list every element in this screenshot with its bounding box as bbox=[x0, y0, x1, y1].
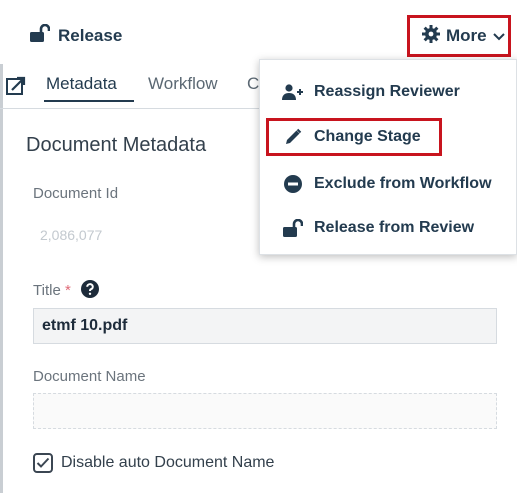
section-title: Document Metadata bbox=[26, 134, 207, 156]
document-id-value: 2,086,077 bbox=[40, 227, 103, 243]
title-input[interactable] bbox=[33, 308, 497, 344]
active-tab-indicator bbox=[44, 100, 134, 102]
minus-circle-icon bbox=[282, 175, 304, 193]
tab-workflow[interactable]: Workflow bbox=[148, 74, 218, 94]
title-label: Title bbox=[33, 281, 61, 299]
menu-item-label: Reassign Reviewer bbox=[314, 83, 460, 100]
more-button[interactable]: More bbox=[407, 15, 511, 57]
title-label-row: Title * bbox=[33, 280, 99, 302]
unlock-icon bbox=[282, 219, 304, 237]
document-name-input[interactable] bbox=[33, 393, 497, 429]
disable-auto-name-checkbox[interactable] bbox=[33, 453, 53, 473]
release-button[interactable]: Release bbox=[30, 23, 123, 47]
unlock-icon bbox=[30, 23, 51, 47]
gear-icon bbox=[422, 24, 440, 48]
menu-item-reassign-reviewer[interactable]: Reassign Reviewer bbox=[260, 74, 517, 110]
checkmark-icon bbox=[36, 457, 50, 468]
menu-item-exclude-from-workflow[interactable]: Exclude from Workflow bbox=[260, 166, 517, 202]
menu-item-label: Change Stage bbox=[314, 128, 421, 145]
disable-auto-name-row[interactable]: Disable auto Document Name bbox=[33, 453, 274, 473]
required-marker: * bbox=[64, 281, 71, 299]
pencil-icon bbox=[282, 128, 304, 146]
more-dropdown-menu: Reassign Reviewer Change Stage Exclude f… bbox=[259, 59, 517, 255]
menu-item-label: Exclude from Workflow bbox=[314, 175, 492, 192]
release-label: Release bbox=[58, 25, 123, 45]
tab-truncated[interactable]: C bbox=[247, 74, 259, 94]
document-name-label: Document Name bbox=[33, 368, 146, 385]
toolbar: Release More bbox=[0, 0, 517, 64]
expand-icon[interactable] bbox=[6, 76, 26, 101]
more-label: More bbox=[446, 26, 487, 45]
disable-auto-name-label: Disable auto Document Name bbox=[61, 454, 275, 471]
chevron-down-icon bbox=[492, 26, 505, 46]
help-icon[interactable] bbox=[80, 280, 99, 302]
user-plus-icon bbox=[282, 84, 304, 100]
menu-item-release-from-review[interactable]: Release from Review bbox=[260, 210, 517, 246]
tab-metadata[interactable]: Metadata bbox=[46, 74, 117, 94]
menu-item-change-stage[interactable]: Change Stage bbox=[266, 118, 442, 156]
menu-item-label: Release from Review bbox=[314, 219, 475, 236]
document-id-label: Document Id bbox=[33, 185, 119, 202]
